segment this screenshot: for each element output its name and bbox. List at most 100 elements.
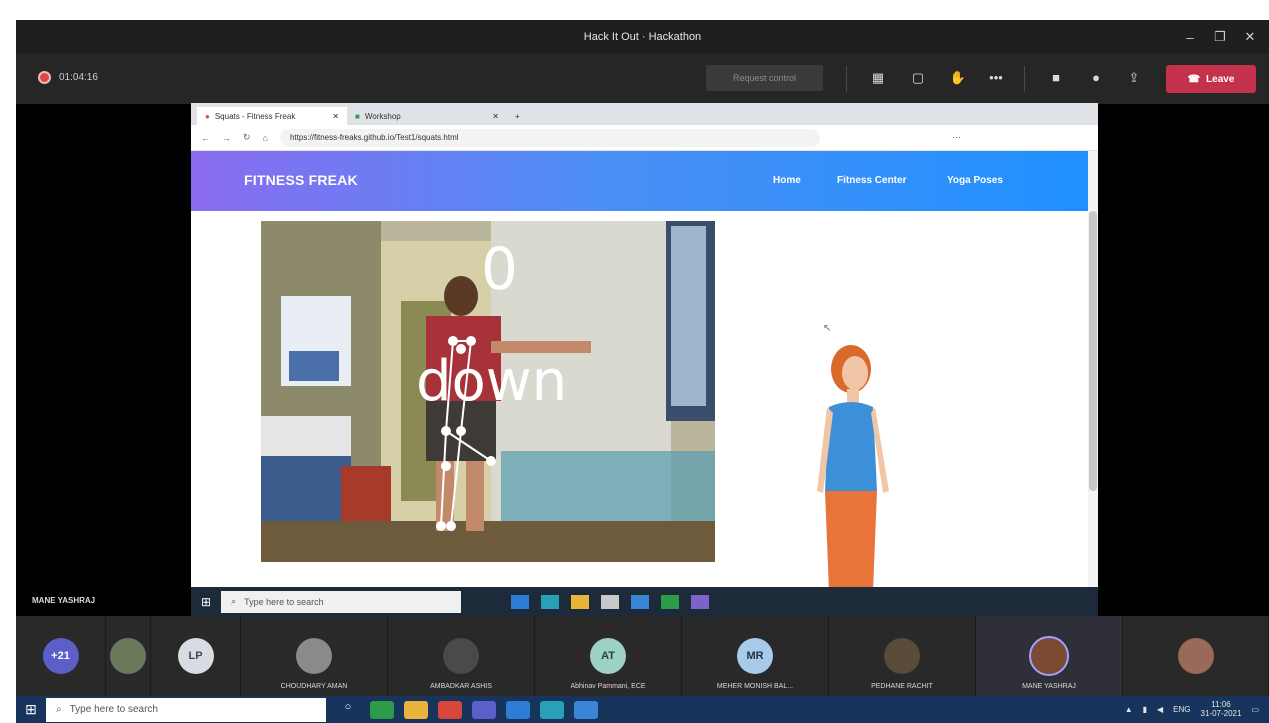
more-options-icon[interactable]: ••• xyxy=(986,68,1006,88)
participant-strip: +21 LP CHOUDHARY AMAN AMBADKAR ASHIS AT … xyxy=(16,616,1269,696)
squat-stage-label: down xyxy=(416,349,568,414)
language-indicator[interactable]: ENG xyxy=(1173,705,1190,714)
site-brand[interactable]: FITNESS FREAK xyxy=(244,172,358,188)
teams-meeting-window: Hack It Out · Hackathon – ❐ ✕ 01:04:16 R… xyxy=(16,20,1269,696)
address-bar-row: ← → ↻ ⌂ https://fitness-freaks.github.io… xyxy=(191,125,1098,151)
leave-label: Leave xyxy=(1206,73,1235,85)
tab-squats[interactable]: ● Squats - Fitness Freak ✕ xyxy=(197,107,347,125)
participant-tile[interactable]: CHOUDHARY AMAN xyxy=(241,616,388,696)
avatar xyxy=(110,638,146,674)
taskbar-app-icon[interactable] xyxy=(438,700,462,719)
network-icon[interactable]: ▲ xyxy=(1125,705,1133,714)
clock[interactable]: 11:06 31-07-2021 xyxy=(1201,700,1242,719)
fitness-avatar-illustration xyxy=(817,345,889,591)
participant-name: Abhinav Pammani, ECE xyxy=(570,683,646,690)
avatar: MR xyxy=(737,638,773,674)
extensions-icon[interactable]: ⋯ xyxy=(952,132,961,143)
shared-taskbar: ⊞ ⌕ Type here to search xyxy=(191,587,1098,616)
notification-icon[interactable]: ▭ xyxy=(1251,705,1259,714)
windows-taskbar: ⊞ ⌕ Type here to search ○ ▲ ▮ ◀ ENG 11:0… xyxy=(16,696,1269,723)
scrollbar[interactable] xyxy=(1088,151,1098,616)
window-title: Hack It Out · Hackathon xyxy=(583,31,702,43)
meeting-toolbar: 01:04:16 Request control ▦ ▢ ✋ ••• ■ ● ⇪… xyxy=(16,54,1269,104)
taskbar-app-icon[interactable] xyxy=(404,700,428,719)
taskbar-app-icon xyxy=(691,594,710,609)
taskbar-app-icon[interactable] xyxy=(370,700,394,719)
forward-icon[interactable]: → xyxy=(222,133,231,143)
participant-tile-speaking[interactable]: MANE YASHRAJ xyxy=(976,616,1123,696)
search-icon: ⌕ xyxy=(231,596,237,606)
taskbar-app-icon xyxy=(571,594,590,609)
chat-icon[interactable]: ▢ xyxy=(908,68,928,88)
tab-close-icon[interactable]: ✕ xyxy=(492,112,499,121)
request-control-button[interactable]: Request control xyxy=(706,65,823,91)
participant-tile[interactable] xyxy=(106,616,151,696)
taskbar-app-icon[interactable] xyxy=(540,700,564,719)
avatar: LP xyxy=(177,638,214,674)
system-tray: ▲ ▮ ◀ ENG 11:06 31-07-2021 ▭ xyxy=(1125,696,1259,723)
back-icon[interactable]: ← xyxy=(201,133,210,143)
tab-workshop[interactable]: ■ Workshop ✕ xyxy=(347,107,507,125)
refresh-icon[interactable]: ↻ xyxy=(243,132,251,143)
camera-icon[interactable]: ■ xyxy=(1046,68,1066,88)
tab-close-icon[interactable]: ✕ xyxy=(332,112,339,121)
taskbar-app-icon[interactable] xyxy=(472,700,496,719)
browser-tab-strip: ● Squats - Fitness Freak ✕ ■ Workshop ✕ … xyxy=(191,103,1098,125)
maximize-icon[interactable]: ❐ xyxy=(1205,29,1235,45)
participant-tile[interactable]: AMBADKAR ASHIS xyxy=(388,616,535,696)
record-icon xyxy=(38,71,51,84)
participant-tile[interactable]: PEDHANE RACHIT xyxy=(829,616,976,696)
participant-tile[interactable]: MR MEHER MONISH BAL... xyxy=(682,616,829,696)
task-view-icon[interactable]: ○ xyxy=(336,701,360,719)
recording-indicator: 01:04:16 xyxy=(38,71,98,84)
avatar xyxy=(443,638,479,674)
participant-name: PEDHANE RACHIT xyxy=(871,683,933,690)
taskbar-app-icon xyxy=(541,594,560,609)
participant-tile[interactable] xyxy=(1123,616,1269,696)
participant-tile[interactable]: LP xyxy=(151,616,241,696)
avatar xyxy=(1029,636,1069,676)
participant-tile[interactable]: AT Abhinav Pammani, ECE xyxy=(535,616,682,696)
taskbar-app-icon[interactable] xyxy=(506,700,530,719)
leave-button[interactable]: ☎ Leave xyxy=(1166,65,1256,93)
participant-name: MEHER MONISH BAL... xyxy=(716,683,794,690)
minimize-icon[interactable]: – xyxy=(1175,30,1205,45)
tab-favicon-icon: ● xyxy=(205,111,210,121)
site-navbar: FITNESS FREAK Home Fitness Center Yoga P… xyxy=(191,151,1098,211)
avatar xyxy=(296,638,332,674)
raise-hand-icon[interactable]: ✋ xyxy=(948,68,968,88)
nav-home-link[interactable]: Home xyxy=(773,175,801,186)
participant-name: MANE YASHRAJ xyxy=(1022,683,1076,690)
avatar xyxy=(884,638,920,674)
nav-fitness-center-link[interactable]: Fitness Center xyxy=(837,175,906,186)
avatar xyxy=(1177,638,1214,674)
url-text: https://fitness-freaks.github.io/Test1/s… xyxy=(289,133,459,142)
battery-icon[interactable]: ▮ xyxy=(1143,705,1147,714)
volume-icon[interactable]: ◀ xyxy=(1157,705,1163,714)
share-screen-icon[interactable]: ⇪ xyxy=(1124,68,1144,88)
new-tab-icon[interactable]: + xyxy=(507,107,528,125)
microphone-icon[interactable]: ● xyxy=(1086,68,1106,88)
shared-search-placeholder: Type here to search xyxy=(244,596,324,607)
people-icon[interactable]: ▦ xyxy=(868,68,888,88)
overflow-participants[interactable]: +21 xyxy=(16,616,106,696)
participant-name: CHOUDHARY AMAN xyxy=(280,683,348,690)
taskbar-app-icon xyxy=(661,594,680,609)
taskbar-search-box[interactable]: ⌕ Type here to search xyxy=(46,697,326,722)
taskbar-app-icon[interactable] xyxy=(574,700,598,719)
search-icon: ⌕ xyxy=(56,704,62,715)
url-field[interactable]: https://fitness-freaks.github.io/Test1/s… xyxy=(279,128,820,147)
home-icon[interactable]: ⌂ xyxy=(263,133,268,143)
tab-label: Workshop xyxy=(364,111,401,121)
windows-start-icon[interactable]: ⊞ xyxy=(16,701,46,718)
scrollbar-thumb[interactable] xyxy=(1089,211,1097,491)
close-icon[interactable]: ✕ xyxy=(1235,29,1265,45)
taskbar-search-placeholder: Type here to search xyxy=(69,704,158,715)
page-content: 0 down ↖ xyxy=(191,211,1098,591)
webcam-feed: 0 down xyxy=(261,221,715,562)
shared-browser-window: ● Squats - Fitness Freak ✕ ■ Workshop ✕ … xyxy=(191,103,1098,616)
windows-start-icon: ⊞ xyxy=(201,594,212,609)
rep-counter: 0 xyxy=(481,235,518,303)
tab-favicon-icon: ■ xyxy=(355,111,360,121)
nav-yoga-poses-link[interactable]: Yoga Poses xyxy=(947,175,1003,186)
